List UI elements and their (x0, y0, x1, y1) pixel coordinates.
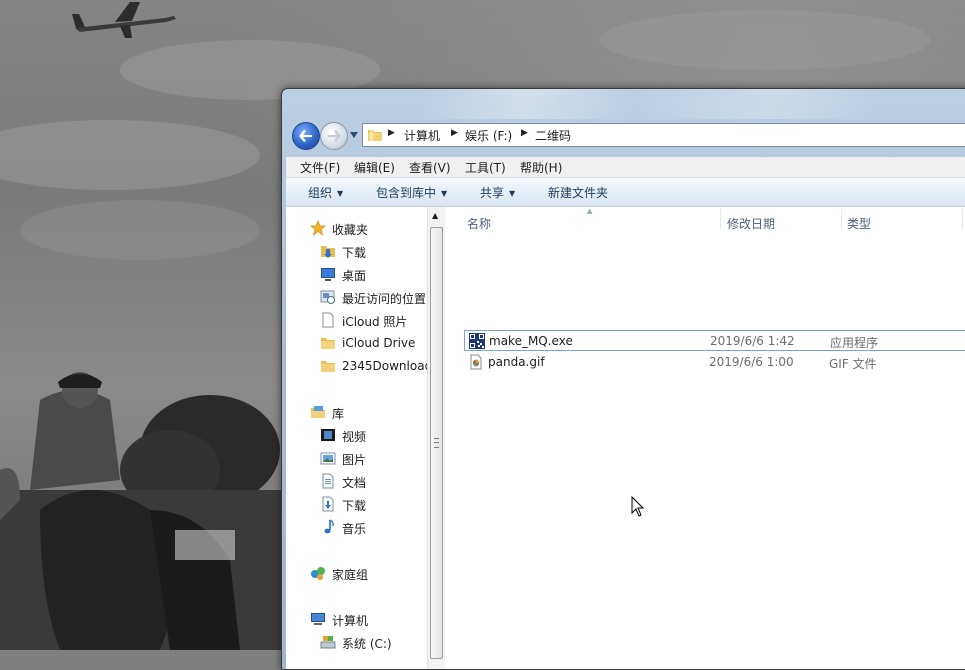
qr-app-icon (469, 333, 485, 349)
file-type: 应用程序 (830, 336, 879, 350)
nav-homegroup-label: 家庭组 (332, 568, 369, 582)
file-row[interactable]: make_MQ.exe 2019/6/6 1:42 应用程序 (464, 330, 965, 351)
column-header-name[interactable]: ▲ 名称 (445, 207, 717, 233)
airplane-image (72, 2, 176, 38)
menu-tools[interactable]: 工具(T) (465, 159, 506, 176)
breadcrumb-separator-icon[interactable]: ▶ (521, 128, 528, 138)
recent-pages-dropdown-icon[interactable] (349, 131, 359, 139)
organize-button[interactable]: 组织 ▼ (308, 184, 343, 201)
scrollbar-thumb[interactable] (430, 227, 443, 659)
column-type-label: 类型 (847, 217, 872, 231)
folder-icon (321, 361, 335, 372)
new-folder-button[interactable]: 新建文件夹 (548, 184, 608, 201)
menu-file[interactable]: 文件(F) (300, 159, 340, 176)
navigation-pane: 收藏夹 下载 桌面 最近访问的位置 iCloud 照片 iCloud Drive… (286, 207, 431, 669)
breadcrumb-computer[interactable]: 计算机 (404, 127, 440, 144)
forward-button[interactable] (320, 122, 348, 150)
file-date: 2019/6/6 1:42 (710, 334, 795, 348)
recent-places-icon (320, 290, 335, 304)
file-name: make_MQ.exe (489, 334, 573, 348)
system-drive-icon (320, 636, 336, 649)
back-arrow-icon (299, 130, 312, 142)
nav-item-label: 视频 (342, 430, 367, 444)
file-row[interactable]: panda.gif 2019/6/6 1:00 GIF 文件 (464, 352, 965, 373)
organize-label: 组织 (308, 186, 333, 200)
nav-favorites-label: 收藏夹 (332, 223, 369, 237)
breadcrumb-separator-icon[interactable]: ▶ (451, 128, 458, 138)
nav-item-label: 文档 (342, 476, 367, 490)
breadcrumb-current-folder[interactable]: 二维码 (535, 127, 571, 144)
column-name-label: 名称 (467, 217, 492, 231)
mounted-police-image (0, 372, 290, 650)
file-list-pane: ▲ 名称 修改日期 类型 make_MQ.exe 2019/6/6 1:42 应… (445, 207, 965, 669)
include-in-library-label: 包含到库中 (376, 186, 437, 200)
star-icon (310, 220, 326, 236)
folder-icon (368, 129, 382, 141)
nav-item-label: 下载 (342, 499, 367, 513)
file-name: panda.gif (488, 355, 545, 369)
nav-item-label: 系统 (C:) (342, 637, 392, 651)
scroll-up-arrow-icon[interactable]: ▲ (432, 211, 438, 220)
gif-image-icon (470, 354, 482, 370)
menu-edit[interactable]: 编辑(E) (354, 159, 395, 176)
nav-item-label: 最近访问的位置 (342, 292, 427, 306)
sort-ascending-icon: ▲ (587, 207, 593, 215)
navigation-row: ▶ 计算机 ▶ 娱乐 (F:) ▶ 二维码 (290, 122, 965, 150)
nav-item-2345downloads[interactable]: 2345Downloads (320, 357, 431, 377)
share-label: 共享 (480, 186, 505, 200)
scrollbar-grip-icon (434, 438, 439, 448)
file-type: GIF 文件 (829, 357, 877, 371)
column-header-type[interactable]: 类型 (842, 207, 962, 233)
music-icon (324, 519, 334, 534)
documents-icon (322, 473, 334, 489)
column-date-label: 修改日期 (727, 217, 776, 231)
nav-item-label: 音乐 (342, 522, 367, 536)
nav-computer-label: 计算机 (332, 614, 369, 628)
nav-item-label: iCloud Drive (342, 336, 416, 350)
video-icon (321, 429, 335, 441)
desktop-icon (321, 268, 335, 281)
forward-arrow-icon (328, 130, 341, 142)
breadcrumb-drive[interactable]: 娱乐 (F:) (465, 127, 512, 144)
page-icon (322, 312, 334, 328)
folder-icon (321, 338, 335, 349)
downloads-folder-icon (321, 246, 335, 258)
library-icon (311, 406, 325, 418)
dropdown-arrow-icon: ▼ (441, 189, 448, 198)
pictures-icon (320, 452, 336, 465)
nav-item-label: 2345Downloads (342, 359, 431, 373)
column-divider[interactable] (962, 209, 963, 229)
file-date: 2019/6/6 1:00 (709, 355, 794, 369)
command-bar: 组织 ▼ 包含到库中 ▼ 共享 ▼ 新建文件夹 (286, 178, 965, 207)
breadcrumb-separator-icon[interactable]: ▶ (388, 128, 395, 138)
menu-bar: 文件(F) 编辑(E) 查看(V) 工具(T) 帮助(H) (286, 157, 965, 178)
mouse-pointer-icon (631, 496, 645, 517)
explorer-window: ▶ 计算机 ▶ 娱乐 (F:) ▶ 二维码 文件(F) 编辑(E) 查看(V) … (281, 88, 965, 670)
column-header-date[interactable]: 修改日期 (721, 207, 839, 233)
downloads-icon (322, 496, 334, 512)
nav-item-label: 图片 (342, 453, 367, 467)
nav-libraries-label: 库 (332, 407, 345, 421)
share-button[interactable]: 共享 ▼ (480, 184, 515, 201)
nav-item-label: 下载 (342, 246, 367, 260)
dropdown-arrow-icon: ▼ (509, 189, 516, 198)
homegroup-icon (311, 567, 325, 580)
menu-view[interactable]: 查看(V) (409, 159, 451, 176)
menu-help[interactable]: 帮助(H) (520, 159, 562, 176)
computer-icon (311, 613, 325, 625)
navigation-pane-scrollbar[interactable]: ▲ (427, 207, 445, 669)
dropdown-arrow-icon: ▼ (337, 189, 344, 198)
nav-item-label: iCloud 照片 (342, 315, 408, 329)
include-in-library-button[interactable]: 包含到库中 ▼ (376, 184, 447, 201)
back-button[interactable] (292, 122, 320, 150)
address-bar[interactable]: ▶ 计算机 ▶ 娱乐 (F:) ▶ 二维码 (362, 123, 965, 147)
nav-item-label: 桌面 (342, 269, 367, 283)
